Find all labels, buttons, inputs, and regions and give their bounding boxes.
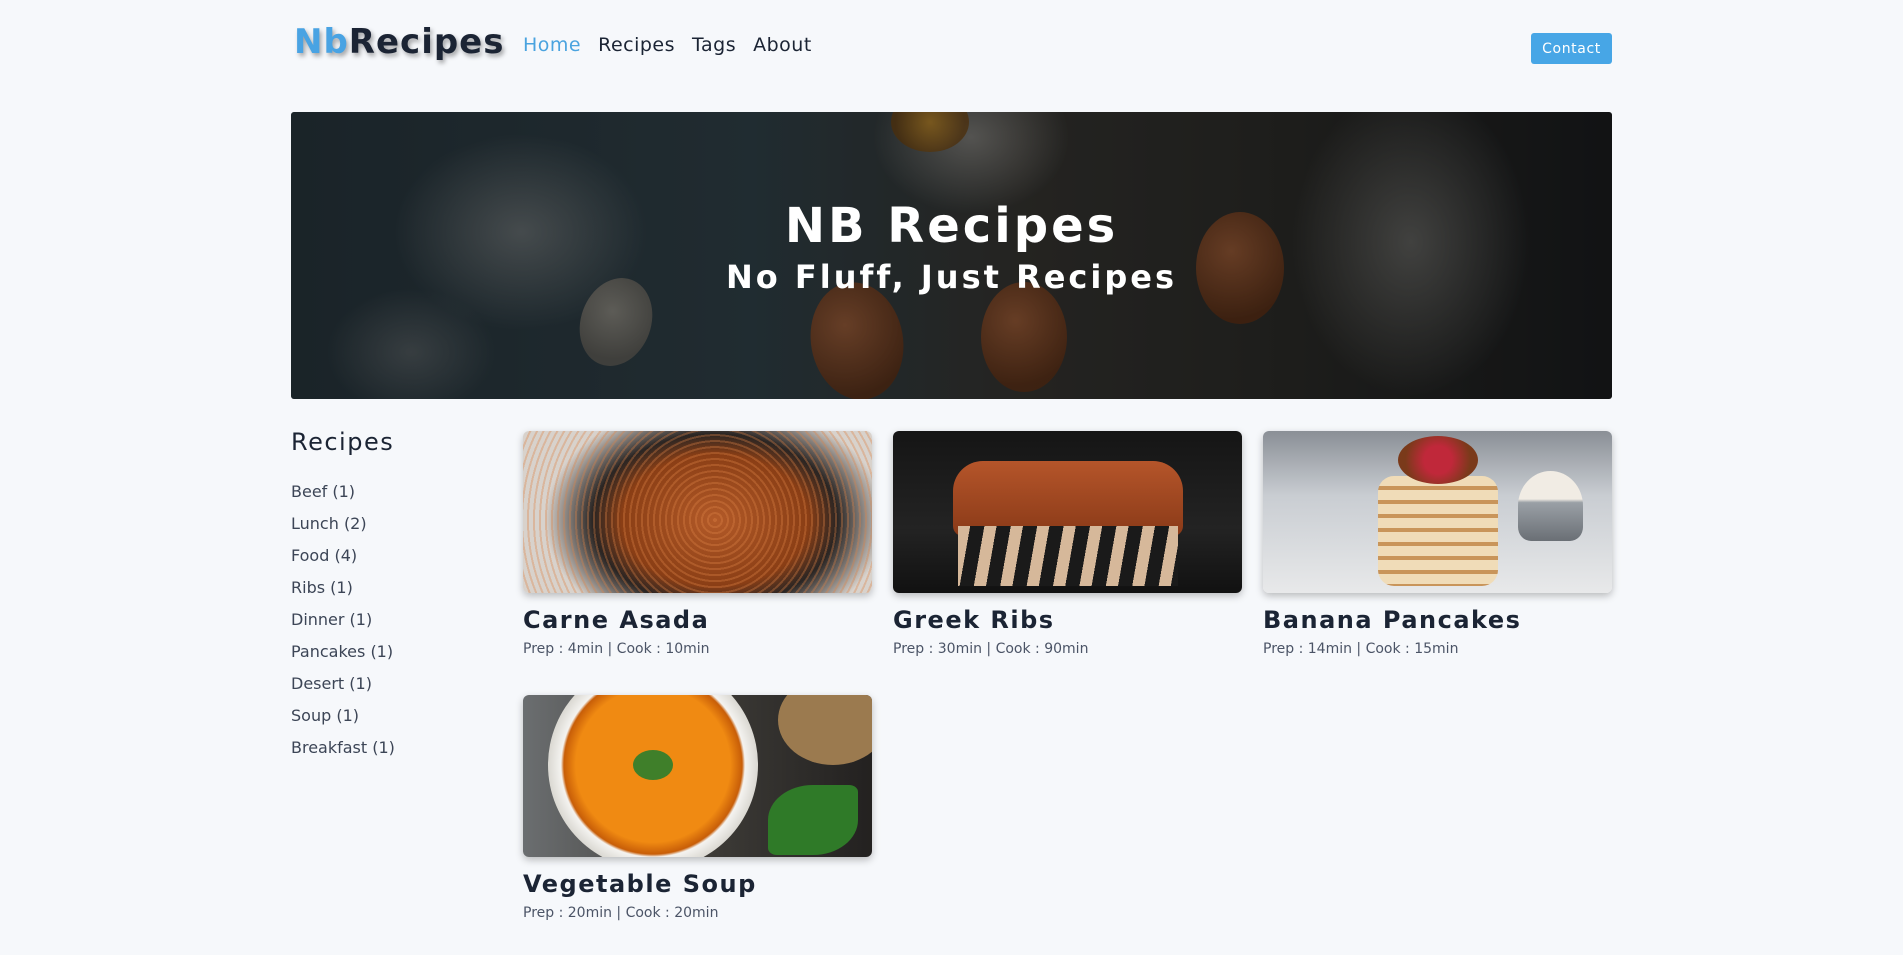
- tag-list: Beef (1) Lunch (2) Food (4) Ribs (1) Din…: [291, 482, 491, 770]
- nav-tags[interactable]: Tags: [692, 34, 736, 56]
- recipe-times: Prep : 30min | Cook : 90min: [893, 641, 1089, 657]
- recipe-times: Prep : 14min | Cook : 15min: [1263, 641, 1459, 657]
- nav-recipes[interactable]: Recipes: [598, 34, 675, 56]
- tag-link-desert[interactable]: Desert (1): [291, 674, 491, 706]
- tag-link-beef[interactable]: Beef (1): [291, 482, 491, 514]
- herb-garnish-shape: [633, 750, 673, 780]
- cream-cup-shape: [1518, 471, 1583, 541]
- ribs-bones-shape: [958, 526, 1178, 586]
- recipe-card-vegetable-soup[interactable]: Vegetable Soup Prep : 20min | Cook : 20m…: [523, 695, 872, 921]
- recipe-times: Prep : 4min | Cook : 10min: [523, 641, 710, 657]
- tag-link-soup[interactable]: Soup (1): [291, 706, 491, 738]
- hero-subtitle: No Fluff, Just Recipes: [725, 258, 1177, 296]
- recipe-title[interactable]: Banana Pancakes: [1263, 606, 1612, 634]
- tag-link-breakfast[interactable]: Breakfast (1): [291, 738, 491, 770]
- hero-overlay: [291, 112, 1612, 399]
- recipe-card-carne-asada[interactable]: Carne Asada Prep : 4min | Cook : 10min: [523, 431, 872, 657]
- tag-link-pancakes[interactable]: Pancakes (1): [291, 642, 491, 674]
- site-header: NbRecipes Home Recipes Tags About Contac…: [291, 18, 1612, 78]
- sidebar-heading: Recipes: [291, 428, 395, 456]
- tag-link-ribs[interactable]: Ribs (1): [291, 578, 491, 610]
- recipe-card-greek-ribs[interactable]: Greek Ribs Prep : 30min | Cook : 90min: [893, 431, 1242, 657]
- logo-nb: Nb: [294, 22, 349, 62]
- basil-leaves-shape: [768, 785, 858, 855]
- hero-banner: NB Recipes No Fluff, Just Recipes: [291, 112, 1612, 399]
- recipe-grid: Carne Asada Prep : 4min | Cook : 10min G…: [523, 431, 1613, 951]
- contact-button[interactable]: Contact: [1531, 33, 1612, 64]
- greek-ribs-image[interactable]: [893, 431, 1242, 593]
- main-nav: Home Recipes Tags About: [523, 34, 812, 56]
- recipe-card-banana-pancakes[interactable]: Banana Pancakes Prep : 14min | Cook : 15…: [1263, 431, 1612, 657]
- carne-asada-image[interactable]: [523, 431, 872, 593]
- tag-link-lunch[interactable]: Lunch (2): [291, 514, 491, 546]
- tags-sidebar: Recipes Beef (1) Lunch (2) Food (4) Ribs…: [291, 428, 491, 770]
- bread-shape: [778, 695, 872, 765]
- recipe-times: Prep : 20min | Cook : 20min: [523, 905, 719, 921]
- pancake-stack-shape: [1378, 476, 1498, 586]
- recipe-title[interactable]: Greek Ribs: [893, 606, 1242, 634]
- recipe-title[interactable]: Vegetable Soup: [523, 870, 872, 898]
- hero-title: NB Recipes: [784, 198, 1119, 254]
- logo-recipes: Recipes: [348, 22, 505, 62]
- vegetable-soup-image[interactable]: [523, 695, 872, 857]
- nav-about[interactable]: About: [753, 34, 812, 56]
- pancake-topping-shape: [1398, 436, 1478, 484]
- ribs-meat-shape: [953, 461, 1183, 536]
- site-logo[interactable]: NbRecipes: [294, 22, 504, 62]
- nav-home[interactable]: Home: [523, 34, 581, 56]
- banana-pancakes-image[interactable]: [1263, 431, 1612, 593]
- recipe-title[interactable]: Carne Asada: [523, 606, 872, 634]
- tag-link-food[interactable]: Food (4): [291, 546, 491, 578]
- tag-link-dinner[interactable]: Dinner (1): [291, 610, 491, 642]
